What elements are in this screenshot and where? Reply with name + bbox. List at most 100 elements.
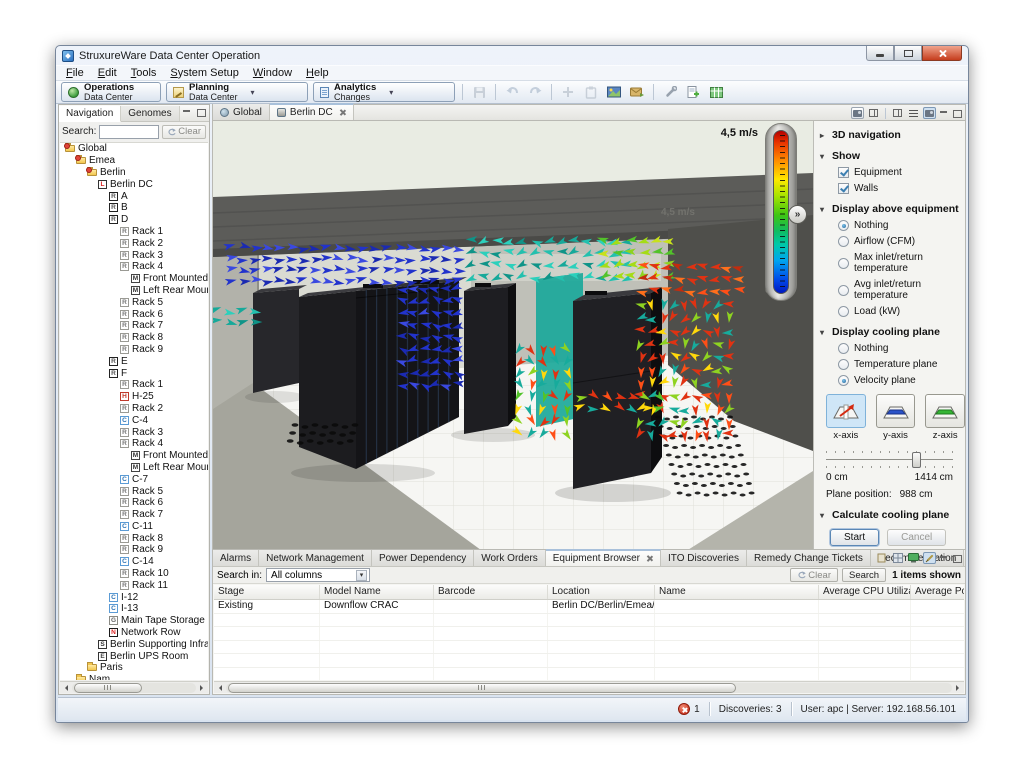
paste-button[interactable]	[582, 83, 600, 101]
checkbox-walls[interactable]: Walls	[814, 183, 965, 194]
search-columns-dropdown[interactable]: All columns ▾	[266, 568, 370, 582]
tab-berlin-dc[interactable]: Berlin DC	[270, 103, 354, 120]
tab-network-management[interactable]: Network Management	[259, 550, 372, 566]
tree-item-rack-6[interactable]: RRack 6	[60, 497, 208, 509]
column-header-model-name[interactable]: Model Name	[320, 585, 434, 599]
radio-icon[interactable]	[838, 258, 849, 269]
tree-item-c-11[interactable]: CC-11	[60, 521, 208, 533]
radio-icon[interactable]	[838, 359, 849, 370]
tree-item-front-mounted[interactable]: MFront Mounted	[60, 450, 208, 462]
clear-search-button[interactable]: Clear	[162, 125, 206, 139]
section-3d-navigation[interactable]: ▸3D navigation	[814, 129, 965, 141]
minimize-bottom-panel-icon[interactable]	[939, 554, 949, 563]
menu-edit[interactable]: Edit	[91, 66, 124, 80]
tree-item-rack-1[interactable]: RRack 1	[60, 226, 208, 238]
table-row[interactable]: ExistingDownflow CRACBerlin DC/Berlin/Em…	[214, 600, 964, 614]
minimize-view-icon[interactable]	[939, 109, 949, 118]
tree-item-rack-9[interactable]: RRack 9	[60, 544, 208, 556]
title-bar[interactable]: StruxureWare Data Center Operation	[56, 46, 968, 65]
section-calculate-cooling-plane[interactable]: ▾Calculate cooling plane	[814, 509, 965, 521]
grid-icon[interactable]	[891, 552, 904, 564]
tree-item-rack-8[interactable]: RRack 8	[60, 532, 208, 544]
snapshot-button[interactable]	[605, 83, 623, 101]
pin-button[interactable]	[559, 83, 577, 101]
clear-filter-button[interactable]: Clear	[790, 568, 838, 582]
tab-alarms[interactable]: Alarms	[213, 550, 259, 566]
tree-item-rack-10[interactable]: RRack 10	[60, 568, 208, 580]
tree-item-rack-1[interactable]: RRack 1	[60, 379, 208, 391]
y-axis-button[interactable]	[876, 394, 916, 428]
tree-item-emea[interactable]: Emea	[60, 155, 208, 167]
rack-right[interactable]	[573, 287, 662, 489]
cancel-button[interactable]: Cancel	[887, 529, 946, 546]
tab-navigation[interactable]: Navigation	[59, 106, 121, 122]
tree-item-nam[interactable]: Nam	[60, 674, 208, 680]
column-header-location[interactable]: Location	[548, 585, 655, 599]
tree-item-rack-4[interactable]: RRack 4	[60, 261, 208, 273]
radio-max-inlet[interactable]: Max inlet/return temperature	[814, 252, 965, 274]
monitor-icon[interactable]	[907, 552, 920, 564]
maximize-view-icon[interactable]	[952, 109, 962, 118]
scroll-right-icon[interactable]	[952, 682, 964, 693]
radio-icon[interactable]	[838, 285, 849, 296]
start-button[interactable]: Start	[830, 529, 879, 546]
search-button[interactable]: Search	[842, 568, 886, 582]
camera-view-icon[interactable]	[923, 107, 936, 119]
tree-item-berlin-supporting-infrastru[interactable]: SBerlin Supporting Infrastru	[60, 638, 208, 650]
tab-work-orders[interactable]: Work Orders	[474, 550, 546, 566]
search-input[interactable]	[99, 125, 159, 139]
scroll-left-icon[interactable]	[214, 682, 226, 693]
tree-item-rack-6[interactable]: RRack 6	[60, 308, 208, 320]
link-editor-icon[interactable]	[867, 107, 880, 119]
tree-item-rack-3[interactable]: RRack 3	[60, 426, 208, 438]
operations-mode-button[interactable]: Operations Data Center	[61, 82, 161, 102]
section-display-above-equipment[interactable]: ▾Display above equipment	[814, 203, 965, 215]
menu-tools[interactable]: Tools	[124, 66, 164, 80]
rack-middle[interactable]	[464, 283, 516, 434]
tab-equipment-browser[interactable]: Equipment Browser	[546, 549, 661, 566]
menu-system-setup[interactable]: System Setup	[163, 66, 245, 80]
column-header-name[interactable]: Name	[655, 585, 819, 599]
column-header-average-cpu-utilization-[interactable]: Average CPU Utilization ...	[819, 585, 911, 599]
pin-editor-icon[interactable]	[851, 107, 864, 119]
minimize-button[interactable]	[866, 46, 894, 61]
tree-item-rack-2[interactable]: RRack 2	[60, 403, 208, 415]
table-row[interactable]	[214, 654, 964, 668]
close-tab-icon[interactable]	[646, 555, 653, 562]
split-view-icon[interactable]	[891, 107, 904, 119]
tree-item-rack-5[interactable]: RRack 5	[60, 296, 208, 308]
export-table-icon[interactable]	[875, 552, 888, 564]
radio-icon[interactable]	[838, 220, 849, 231]
tree-item-rack-3[interactable]: RRack 3	[60, 249, 208, 261]
tree-item-rack-7[interactable]: RRack 7	[60, 320, 208, 332]
column-header-barcode[interactable]: Barcode	[434, 585, 548, 599]
table-row[interactable]	[214, 668, 964, 681]
tree-item-rack-9[interactable]: RRack 9	[60, 344, 208, 356]
tree-item-f[interactable]: RF	[60, 367, 208, 379]
tree-item-network-row[interactable]: NNetwork Row	[60, 627, 208, 639]
x-axis-button[interactable]	[826, 394, 866, 428]
minimize-panel-icon[interactable]	[182, 108, 192, 117]
tree-item-berlin-ups-room[interactable]: EBerlin UPS Room	[60, 650, 208, 662]
tree-item-berlin[interactable]: Berlin	[60, 167, 208, 179]
tree-item-c-14[interactable]: CC-14	[60, 556, 208, 568]
checkbox-icon[interactable]	[838, 167, 849, 178]
radio-icon[interactable]	[838, 236, 849, 247]
table-horizontal-scrollbar[interactable]	[214, 681, 964, 693]
table-row[interactable]	[214, 641, 964, 655]
tab-power-dependency[interactable]: Power Dependency	[372, 550, 474, 566]
tree-item-a[interactable]: RA	[60, 190, 208, 202]
planning-mode-button[interactable]: Planning Data Center ▾	[166, 82, 308, 102]
radio-avg-inlet[interactable]: Avg inlet/return temperature	[814, 279, 965, 301]
tree-item-left-rear-moun[interactable]: MLeft Rear Moun	[60, 285, 208, 297]
table-row[interactable]	[214, 627, 964, 641]
scroll-left-icon[interactable]	[60, 682, 72, 693]
layout-button[interactable]	[707, 83, 725, 101]
radio-nothing-above[interactable]: Nothing	[814, 220, 965, 231]
tree-item-berlin-dc[interactable]: LBerlin DC	[60, 178, 208, 190]
tab-global[interactable]: Global	[213, 104, 270, 120]
tree-item-i-13[interactable]: CI-13	[60, 603, 208, 615]
undo-button[interactable]	[503, 83, 521, 101]
z-axis-button[interactable]	[925, 394, 965, 428]
view-menu-icon[interactable]	[907, 107, 920, 119]
